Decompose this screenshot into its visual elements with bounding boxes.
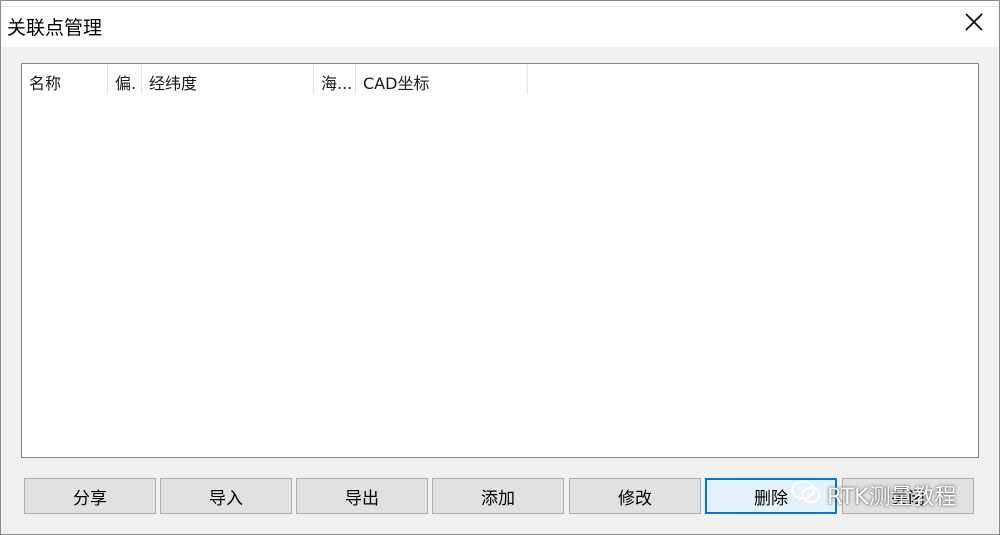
- associated-points-list[interactable]: 名称 偏. 经纬度 海... CAD坐标: [21, 63, 979, 458]
- background-window-strip: [1, 1, 999, 7]
- column-header-cad-coordinates[interactable]: CAD坐标: [356, 64, 528, 94]
- column-header-name[interactable]: 名称: [22, 64, 108, 94]
- dialog-window: 关联点管理 名称 偏. 经纬度 海... CAD坐标 分享 导入 导出 添加 修…: [0, 0, 1000, 535]
- add-button[interactable]: 添加: [432, 478, 564, 514]
- column-header-offset[interactable]: 偏.: [108, 64, 142, 94]
- delete-button[interactable]: 删除: [705, 478, 837, 514]
- close-dialog-button[interactable]: 关闭: [842, 478, 974, 514]
- dialog-title: 关联点管理: [7, 17, 103, 39]
- title-bar[interactable]: 关联点管理: [1, 1, 999, 47]
- close-button[interactable]: [955, 5, 993, 43]
- share-button[interactable]: 分享: [24, 478, 156, 514]
- close-icon: [965, 13, 983, 35]
- import-button[interactable]: 导入: [160, 478, 292, 514]
- export-button[interactable]: 导出: [296, 478, 428, 514]
- column-header-elevation[interactable]: 海...: [314, 64, 356, 94]
- list-header: 名称 偏. 经纬度 海... CAD坐标: [22, 64, 528, 94]
- modify-button[interactable]: 修改: [569, 478, 701, 514]
- column-header-latlon[interactable]: 经纬度: [142, 64, 314, 94]
